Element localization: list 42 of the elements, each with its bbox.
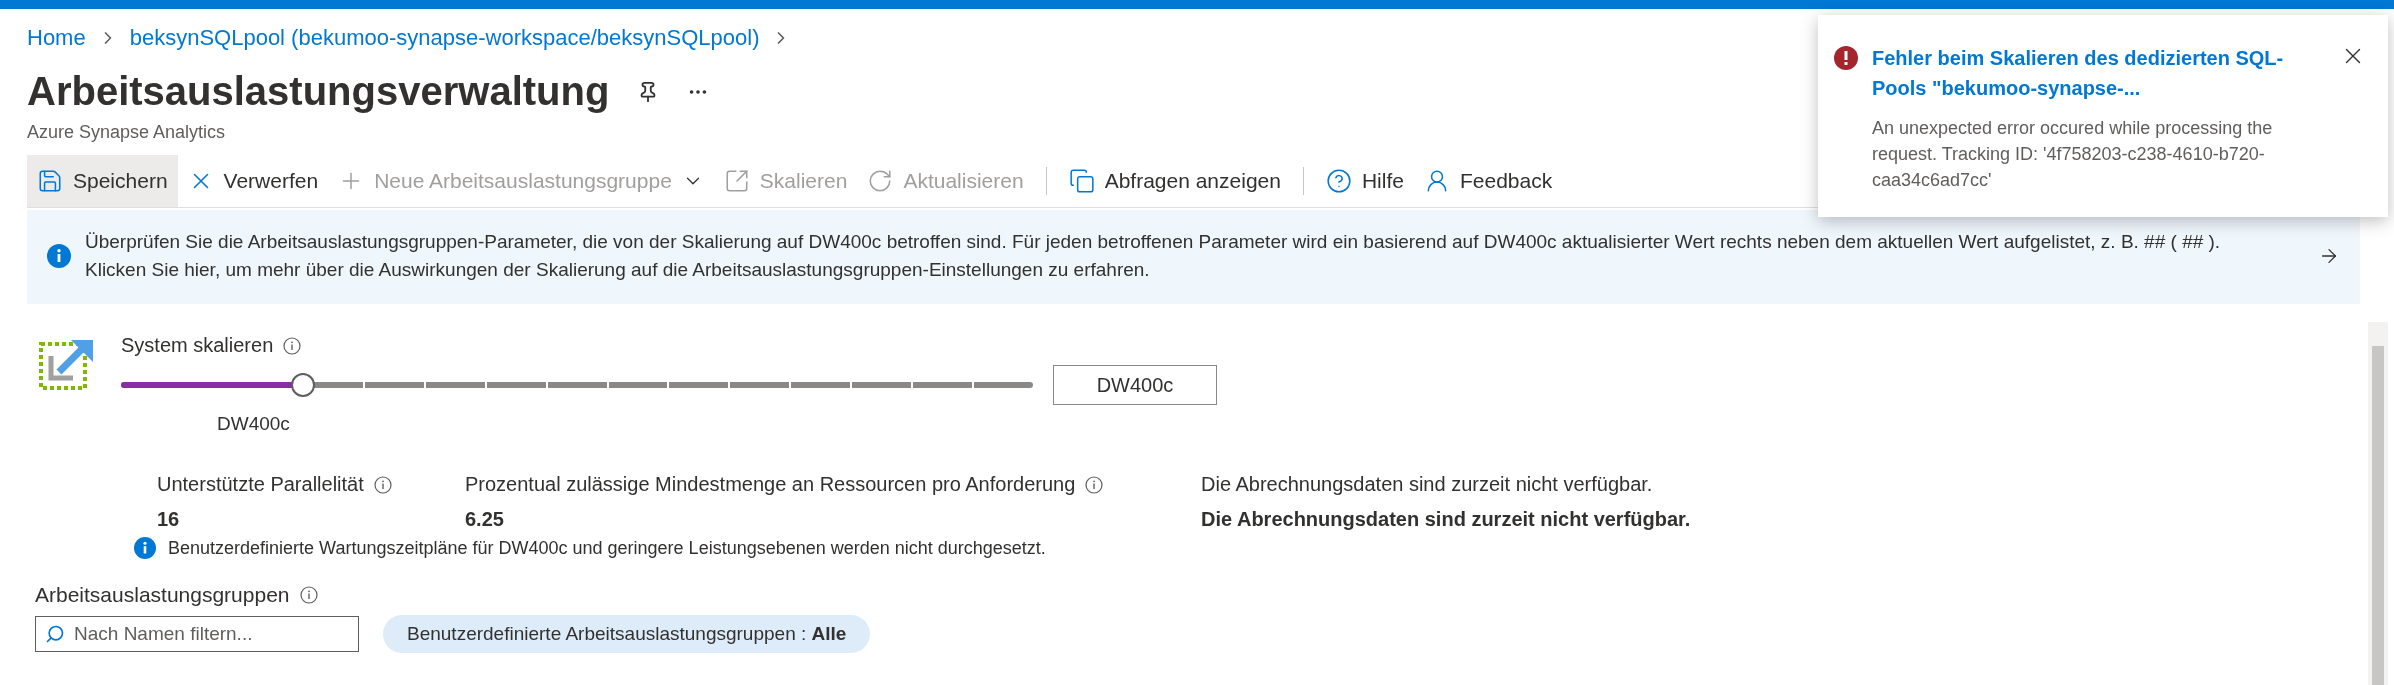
notification-title[interactable]: Fehler beim Skalieren des dedizierten SQL-Pools "bekumoo-synapse-... bbox=[1872, 43, 2326, 103]
refresh-icon bbox=[867, 168, 894, 194]
banner-link[interactable]: Klicken Sie hier, um mehr über die Auswirkungen der Skalierung auf die Arbeitsauslastungsgruppen-Einstellungen zu erfahren. bbox=[85, 258, 2304, 282]
breadcrumb-link[interactable]: Home bbox=[27, 25, 86, 51]
stat-value: Die Abrechnungsdaten sind zurzeit nicht verfügbar. bbox=[1201, 508, 1692, 531]
info-icon bbox=[373, 475, 392, 494]
info-icon bbox=[299, 586, 318, 604]
windows-icon bbox=[1068, 168, 1095, 194]
filter-pill[interactable]: Benutzerdefinierte Arbeitsauslastungsgruppen : Alle bbox=[383, 615, 871, 653]
toolbar-button[interactable]: Hilfe bbox=[1315, 155, 1414, 207]
error-icon bbox=[1834, 46, 1858, 70]
scale-slider[interactable] bbox=[121, 372, 1033, 398]
slider-thumb[interactable] bbox=[291, 373, 316, 397]
toolbar-button[interactable]: Verwerfen bbox=[177, 155, 329, 207]
info-icon bbox=[1085, 475, 1104, 494]
scale-label: System skalieren bbox=[121, 334, 274, 357]
info-icon bbox=[134, 537, 156, 559]
search-field[interactable]: Nach Namen filtern... bbox=[35, 616, 359, 652]
toolbar-button[interactable]: Speichern bbox=[27, 155, 178, 207]
stat-label: Prozentual zulässige Mindestmenge an Ressourcen pro Anforderung bbox=[465, 473, 1076, 496]
help-icon bbox=[1325, 168, 1352, 194]
page-subtitle: Azure Synapse Analytics bbox=[27, 122, 226, 143]
notification-message: An unexpected error occured while processing the request. Tracking ID: '4f758203-c238-4610-b720-caa34c6ad7cc' bbox=[1872, 117, 2274, 192]
banner-text: Überprüfen Sie die Arbeitsauslastungsgruppen-Parameter, die von der Skalierung auf DW400c betroffen sind. Für jeden betroffenen Parameter wird ein basierend auf DW400c aktualisierter Wert rechts neben dem aktuellen Wert aufgelistet, z. B. ## ( ## ). bbox=[85, 230, 2222, 254]
page-title: Arbeitsauslastungsverwaltung bbox=[27, 69, 610, 114]
stat-label: Unterstützte Parallelität bbox=[157, 473, 364, 496]
notice-text: Benutzerdefinierte Wartungszeitpläne für DW400c und geringere Leistungsebenen werden nicht durchgesetzt. bbox=[168, 537, 1046, 559]
breadcrumb-link[interactable]: beksynSQLpool (bekumoo-synapse-workspace/beksynSQLpool) bbox=[129, 25, 760, 51]
section-title: Arbeitsauslastungsgruppen bbox=[35, 583, 290, 607]
toolbar-button[interactable]: Abfragen anzeigen bbox=[1058, 155, 1291, 207]
scale-icon bbox=[723, 168, 750, 194]
stat-value: 16 bbox=[157, 508, 181, 531]
search-icon bbox=[45, 624, 65, 644]
info-icon bbox=[47, 244, 71, 268]
slider-value-label: DW400c bbox=[217, 413, 291, 435]
scrollbar[interactable] bbox=[2368, 322, 2388, 685]
info-icon bbox=[283, 336, 302, 355]
stat-value: 6.25 bbox=[465, 508, 505, 531]
stat-label: Die Abrechnungsdaten sind zurzeit nicht verfügbar. bbox=[1201, 473, 1653, 496]
toolbar-button[interactable]: Feedback bbox=[1413, 155, 1563, 207]
scale-value-field[interactable]: DW400c bbox=[1053, 365, 1217, 405]
save-icon bbox=[37, 168, 63, 194]
